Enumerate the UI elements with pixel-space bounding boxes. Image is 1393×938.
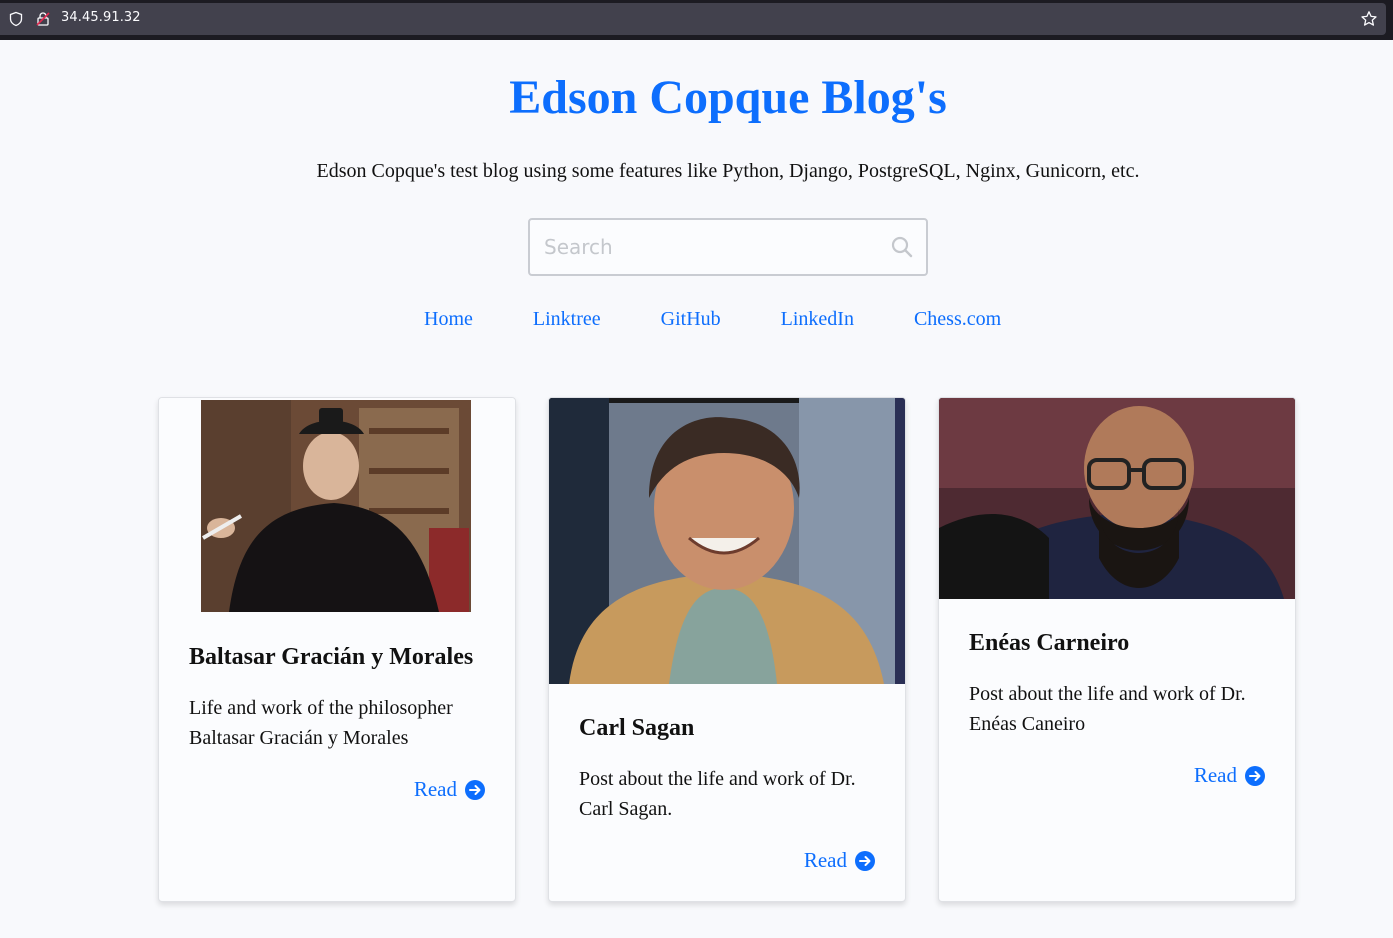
url-bar[interactable]: 34.45.91.32 [0,3,1386,35]
nav-linkedin[interactable]: LinkedIn [781,308,854,331]
nav-github[interactable]: GitHub [661,308,721,331]
nav-linktree[interactable]: Linktree [533,308,601,331]
search-input[interactable] [544,232,874,262]
browser-toolbar: 34.45.91.32 [0,0,1393,40]
read-button[interactable]: Read [579,848,875,873]
post-title[interactable]: Carl Sagan [579,715,875,742]
lock-insecure-icon[interactable] [35,11,51,27]
read-button[interactable]: Read [189,777,485,802]
post-card: Enéas Carneiro Post about the life and w… [938,397,1296,902]
nav-chess[interactable]: Chess.com [914,308,1001,331]
bookmark-star-icon[interactable] [1360,10,1378,28]
url-text[interactable]: 34.45.91.32 [61,10,141,25]
post-image-portrait [549,398,905,684]
arrow-right-circle-icon [1245,765,1265,786]
nav-home[interactable]: Home [424,308,473,331]
read-label: Read [803,848,847,872]
main-nav: Home Linktree GitHub LinkedIn Chess.com [424,308,1001,331]
post-image-portrait [939,398,1295,599]
post-image-portrait [159,398,515,612]
site-subtitle: Edson Copque's test blog using some feat… [316,160,1140,182]
search-icon[interactable] [890,235,914,259]
post-excerpt: Post about the life and work of Dr. Carl… [579,768,856,820]
post-card-body: Baltasar Gracián y Morales Life and work… [189,644,485,802]
site-title: Edson Copque Blog's [509,71,947,124]
read-label: Read [1193,763,1237,787]
post-excerpt: Life and work of the philosopher Baltasa… [189,697,453,749]
post-title[interactable]: Baltasar Gracián y Morales [189,644,485,671]
post-card-body: Enéas Carneiro Post about the life and w… [969,630,1265,788]
post-card-body: Carl Sagan Post about the life and work … [579,715,875,873]
search-box [528,218,928,276]
read-button[interactable]: Read [969,763,1265,788]
post-card: Carl Sagan Post about the life and work … [548,397,906,902]
post-card: Baltasar Gracián y Morales Life and work… [158,397,516,902]
post-title[interactable]: Enéas Carneiro [969,630,1265,657]
shield-icon[interactable] [8,11,24,27]
post-excerpt: Post about the life and work of Dr. Enéa… [969,683,1246,735]
read-label: Read [413,777,457,801]
arrow-right-circle-icon [855,850,875,871]
arrow-right-circle-icon [465,779,485,800]
